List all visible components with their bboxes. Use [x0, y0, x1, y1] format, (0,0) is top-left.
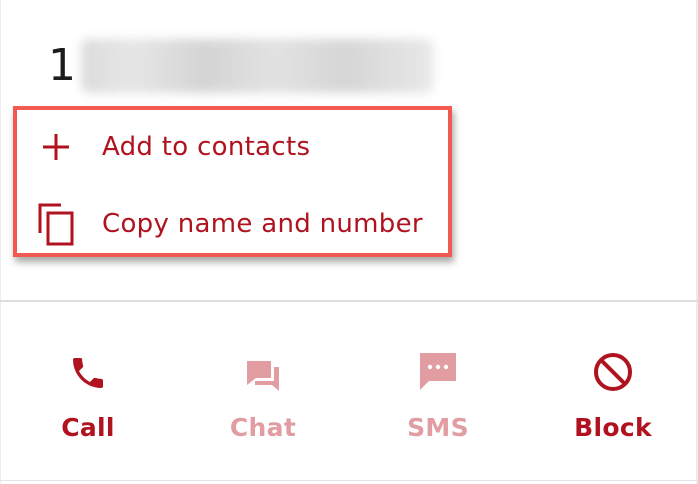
phone-number-prefix: 1 — [48, 40, 77, 91]
redacted-number — [81, 39, 433, 93]
call-label: Call — [61, 413, 115, 442]
block-icon — [592, 345, 634, 393]
block-label: Block — [574, 413, 652, 442]
add-to-contacts-item[interactable]: Add to contacts — [36, 122, 310, 172]
copy-name-number-item[interactable]: Copy name and number — [36, 198, 423, 250]
bottom-divider — [0, 480, 698, 481]
sms-button[interactable]: SMS — [368, 345, 508, 455]
add-to-contacts-label: Add to contacts — [102, 132, 311, 162]
phone-number: 1 — [48, 38, 433, 94]
divider — [0, 300, 698, 302]
chat-label: Chat — [229, 413, 297, 442]
sms-label: SMS — [407, 413, 469, 442]
sms-icon — [416, 345, 460, 393]
copy-name-number-label: Copy name and number — [102, 209, 423, 239]
phone-icon — [68, 345, 108, 393]
plus-icon — [36, 124, 76, 170]
call-button[interactable]: Call — [18, 345, 158, 455]
action-bar: Call Chat SMS Block — [0, 345, 698, 455]
copy-icon — [36, 201, 76, 247]
chat-button[interactable]: Chat — [193, 345, 333, 455]
chat-icon — [243, 345, 283, 393]
block-button[interactable]: Block — [543, 345, 683, 455]
